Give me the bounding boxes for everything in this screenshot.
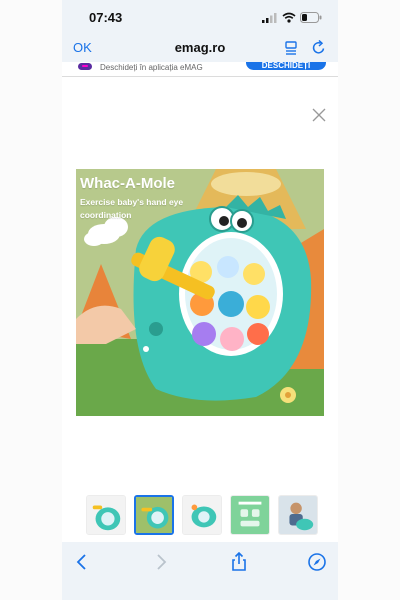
cellular-signal-icon <box>262 13 277 23</box>
product-subtitle: Exercise baby's hand eye coordination <box>80 197 184 220</box>
open-in-app-button[interactable]: DESCHIDEȚI <box>246 62 326 70</box>
thumbnail-1[interactable] <box>86 495 126 535</box>
toy-thumbnail-icon <box>136 497 172 533</box>
thumbnail-strip <box>86 495 318 537</box>
battery-icon <box>300 12 322 23</box>
phone-screen: 07:43 OK emag.ro Deschideți în aplicația… <box>62 0 338 600</box>
browser-toolbar <box>62 542 338 600</box>
app-banner: Deschideți în aplicația eMAG DESCHIDEȚI <box>62 62 338 77</box>
close-icon[interactable] <box>312 108 326 122</box>
thumbnail-5[interactable] <box>278 495 318 535</box>
compass-icon[interactable] <box>307 552 327 572</box>
emag-app-icon <box>78 63 92 70</box>
thumbnail-3[interactable] <box>182 495 222 535</box>
back-icon[interactable] <box>72 552 92 572</box>
green-infographic-thumbnail-icon <box>231 496 269 534</box>
reload-icon[interactable] <box>312 40 326 55</box>
forward-icon[interactable] <box>151 552 171 572</box>
toy-thumbnail-icon <box>87 496 125 534</box>
product-image[interactable]: Whac-A-Mole Exercise baby's hand eye coo… <box>76 169 324 416</box>
product-title: Whac-A-Mole <box>80 175 175 192</box>
share-icon[interactable] <box>229 552 249 572</box>
thumbnail-2[interactable] <box>134 495 174 535</box>
status-bar: 07:43 <box>62 0 338 34</box>
left-margin <box>0 0 62 600</box>
child-playing-thumbnail-icon <box>279 496 317 534</box>
app-banner-text: Deschideți în aplicația eMAG <box>100 63 203 72</box>
right-margin <box>338 0 400 600</box>
reader-mode-icon[interactable] <box>284 41 298 55</box>
image-gallery-modal: Whac-A-Mole Exercise baby's hand eye coo… <box>62 98 338 542</box>
toy-thumbnail-icon <box>183 496 221 534</box>
thumbnail-4[interactable] <box>230 495 270 535</box>
wifi-icon <box>282 12 296 23</box>
status-time: 07:43 <box>89 10 123 25</box>
browser-navbar: OK emag.ro <box>62 34 338 62</box>
